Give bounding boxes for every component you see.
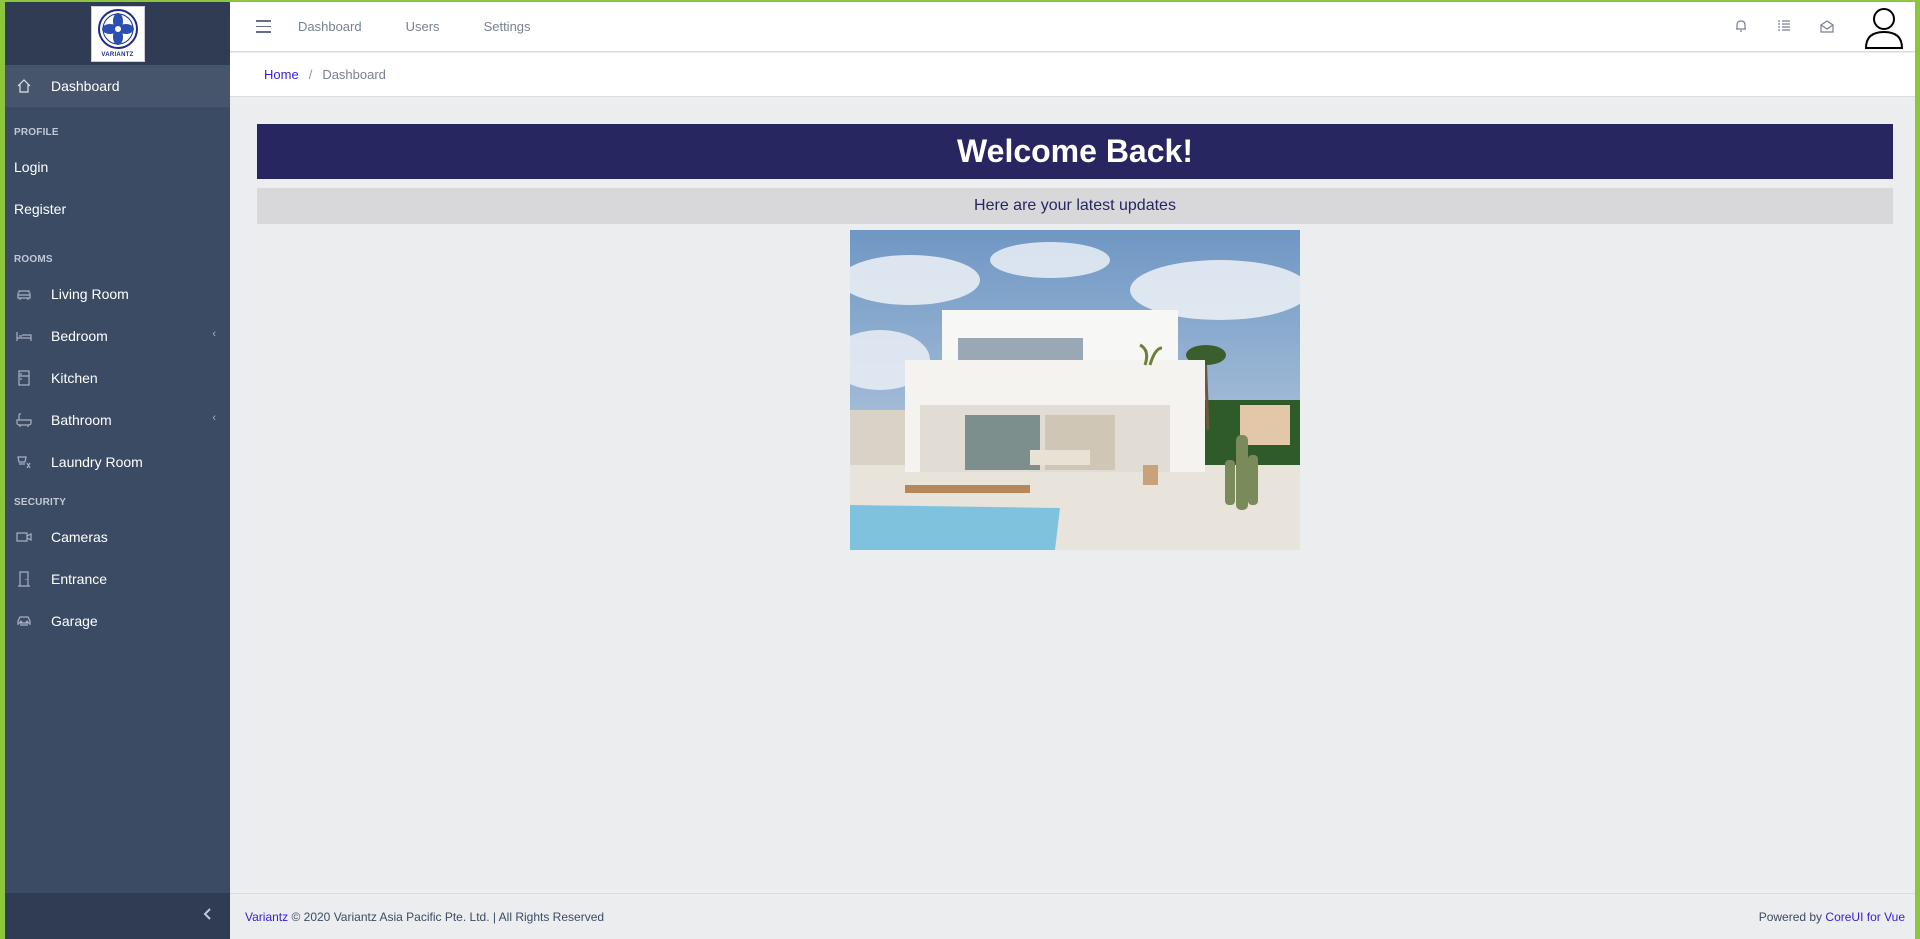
sidebar-item-label: Kitchen — [51, 370, 98, 386]
footer-powered-by: Powered by — [1758, 909, 1823, 924]
sidebar-section-title-profile: PROFILE — [14, 127, 59, 138]
sidebar-item-login[interactable]: Login — [5, 146, 230, 188]
sidebar-item-living-room[interactable]: Living Room — [5, 273, 230, 315]
sidebar-item-label: Bedroom — [51, 328, 108, 344]
hamburger-menu-icon[interactable] — [256, 20, 288, 33]
list-icon[interactable] — [1777, 19, 1793, 35]
sidebar-item-dashboard[interactable]: Dashboard — [5, 65, 230, 107]
footer-coreui-link[interactable]: CoreUI for Vue — [1825, 910, 1905, 924]
breadcrumb: Home / Dashboard — [230, 53, 1915, 97]
bed-icon — [15, 327, 33, 345]
sidebar-minimize-button[interactable] — [5, 893, 230, 939]
sidebar-item-label: Garage — [51, 613, 98, 629]
fridge-icon — [15, 369, 33, 387]
chevron-left-icon: ‹ — [212, 328, 216, 340]
sidebar-item-laundry-room[interactable]: Laundry Room — [5, 441, 230, 483]
breadcrumb-current: Dashboard — [322, 67, 386, 82]
footer-right: Powered by CoreUI for Vue — [1759, 910, 1905, 924]
sidebar-item-label: Bathroom — [51, 412, 112, 428]
camera-icon — [15, 528, 33, 546]
envelope-open-icon[interactable] — [1820, 19, 1836, 35]
footer-copyright: © 2020 Variantz Asia Pacific Pte. Ltd. |… — [291, 909, 605, 924]
header-actions — [1734, 2, 1905, 52]
footer-brand-link[interactable]: Variantz — [245, 910, 288, 924]
sidebar-item-label: Register — [14, 201, 67, 217]
logo-emblem-icon — [97, 9, 138, 49]
header-nav-settings[interactable]: Settings — [484, 19, 531, 34]
footer: Variantz © 2020 Variantz Asia Pacific Pt… — [230, 893, 1915, 939]
home-icon — [15, 77, 33, 95]
sidebar-item-label: Laundry Room — [51, 454, 143, 470]
chevron-left-icon: ‹ — [212, 412, 216, 424]
sidebar-item-garage[interactable]: Garage — [5, 600, 230, 642]
sidebar-section-title-security: SECURITY — [14, 497, 67, 508]
bell-icon[interactable] — [1734, 19, 1750, 35]
breadcrumb-separator: / — [308, 67, 313, 82]
sidebar-item-register[interactable]: Register — [5, 188, 230, 230]
sidebar-item-kitchen[interactable]: Kitchen — [5, 357, 230, 399]
header-nav-users[interactable]: Users — [406, 19, 440, 34]
sidebar-section-title-rooms: ROOMS — [14, 254, 53, 265]
header-nav-dashboard[interactable]: Dashboard — [298, 19, 362, 34]
sidebar-item-label: Login — [14, 159, 49, 175]
chevron-left-icon — [202, 907, 214, 925]
sidebar-item-bedroom[interactable]: Bedroom ‹ — [5, 315, 230, 357]
sidebar-item-label: Dashboard — [51, 78, 120, 94]
breadcrumb-home-link[interactable]: Home — [264, 67, 299, 82]
app-frame: VARIANTZ Dashboard PROFILE Login Registe… — [5, 2, 1915, 939]
sidebar-item-label: Entrance — [51, 571, 108, 587]
sidebar-brand[interactable]: VARIANTZ — [5, 2, 230, 65]
house-photo — [850, 230, 1300, 550]
bathtub-icon — [15, 411, 33, 429]
sofa-icon — [15, 285, 33, 303]
sidebar-item-label: Cameras — [51, 529, 108, 545]
washing-icon — [15, 453, 33, 471]
sidebar-item-label: Living Room — [51, 286, 129, 302]
footer-left: Variantz © 2020 Variantz Asia Pacific Pt… — [245, 910, 604, 924]
updates-subtitle: Here are your latest updates — [257, 188, 1893, 224]
sidebar-item-bathroom[interactable]: Bathroom ‹ — [5, 399, 230, 441]
top-header: Dashboard Users Settings — [230, 2, 1915, 52]
sidebar-item-entrance[interactable]: Entrance — [5, 558, 230, 600]
door-icon — [15, 570, 33, 588]
sidebar-item-cameras[interactable]: Cameras — [5, 516, 230, 558]
logo-text: VARIANTZ — [101, 52, 134, 58]
user-avatar-icon[interactable] — [1863, 5, 1905, 49]
variantz-logo[interactable]: VARIANTZ — [90, 5, 145, 62]
welcome-banner: Welcome Back! — [257, 124, 1893, 179]
sidebar: VARIANTZ Dashboard PROFILE Login Registe… — [5, 2, 230, 939]
car-icon — [15, 612, 33, 630]
